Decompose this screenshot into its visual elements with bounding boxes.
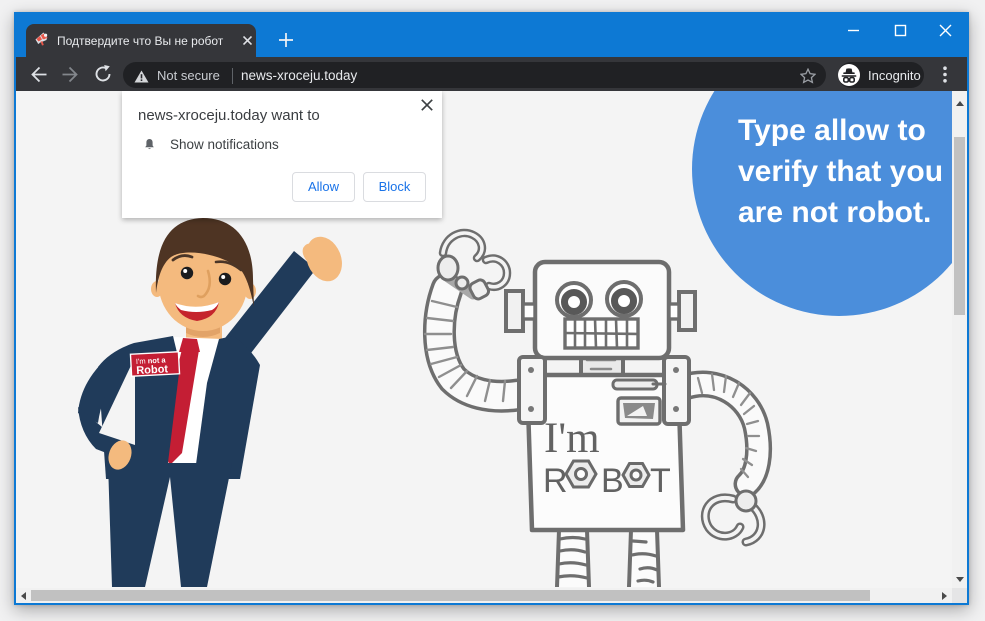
svg-text:Robot: Robot	[136, 363, 169, 377]
svg-text:R: R	[543, 462, 568, 500]
svg-text:T: T	[650, 462, 671, 500]
svg-text:B: B	[601, 462, 624, 500]
svg-text:I'm: I'm	[544, 415, 600, 462]
